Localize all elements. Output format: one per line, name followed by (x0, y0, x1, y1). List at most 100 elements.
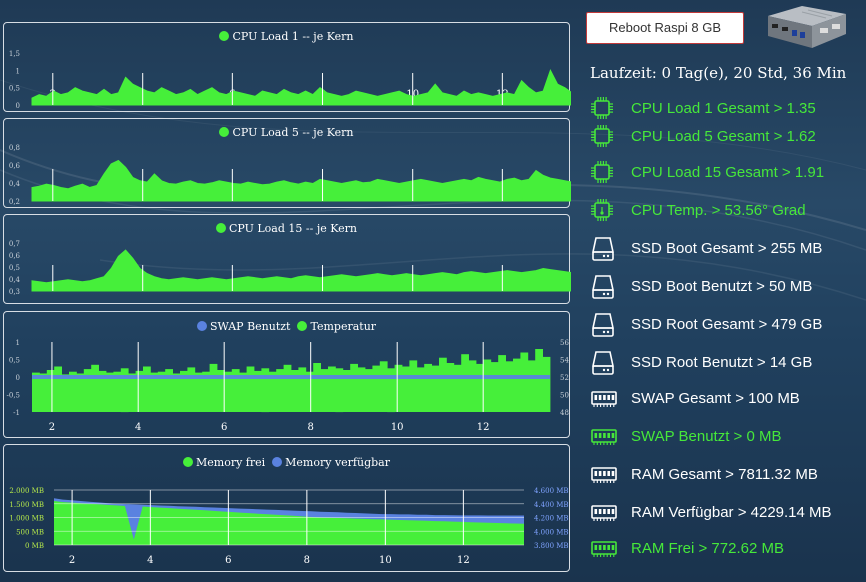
y-tick-label: 0,6 (9, 162, 21, 170)
stat-label: SSD Boot Gesamt > 255 MB (631, 240, 823, 257)
x-tick-label: 4 (147, 555, 153, 566)
x-tick-label: 10 (379, 555, 392, 566)
memory-plot: 2 4 6 8 10 12 0 MB 500 MB 1.000 MB 1.500 MB 2.000 … (9, 487, 569, 566)
y-tick-label: 0 (16, 102, 20, 110)
stat-label: CPU Temp. > 53.56° Grad (631, 202, 806, 219)
temperature-bar (39, 373, 48, 412)
temperature-bar (416, 367, 425, 412)
memory-icon (591, 500, 617, 528)
y-tick-label: 2.000 MB (9, 487, 44, 495)
y2-tick-label: 50 (560, 392, 569, 400)
y-tick-label: 0,2 (9, 198, 20, 206)
memory-icon (591, 462, 617, 490)
x-tick-label: 2 (69, 555, 75, 566)
cpu-load-area (31, 249, 571, 292)
temperature-bar (372, 365, 381, 412)
temperature-bar (350, 363, 358, 412)
y-tick-label: 0 MB (25, 542, 44, 550)
y-tick-label: -0,5 (7, 392, 21, 400)
y-tick-label: 0 (16, 374, 20, 382)
y-tick-label: 500 MB (16, 528, 44, 536)
stat-label: SWAP Benutzt > 0 MB (631, 428, 782, 445)
temperature-bar (357, 367, 366, 412)
temperature-bar (498, 355, 506, 412)
temperature-bar (402, 366, 410, 412)
chart-swap-temperature: SWAP Benutzt Temperatur 2 4 6 8 10 12 -1 -0,5 0 0… (3, 311, 570, 438)
temperature-bar (520, 352, 529, 412)
y-tick-label: 1 (16, 339, 20, 347)
memory-icon (591, 424, 617, 452)
temperature-bar (483, 359, 492, 412)
disk-icon (591, 312, 617, 340)
x-tick-label: 6 (221, 422, 227, 433)
temperature-bar (379, 361, 388, 412)
temperature-bar (283, 364, 292, 412)
temperature-bar (61, 374, 70, 412)
chart-cpu-load-5: CPU Load 5 -- je Kern 246810120,20,40,60… (3, 118, 571, 208)
raspberry-pi-case-image (768, 6, 846, 48)
stat-label: RAM Gesamt > 7811.32 MB (631, 466, 818, 483)
stat-label: SSD Root Gesamt > 479 GB (631, 316, 823, 333)
y-tick-label: 0,5 (9, 357, 20, 365)
chart-cpu-load-15: CPU Load 15 -- je Kern 246810120,30,40,5… (3, 214, 571, 304)
memory-icon (591, 536, 617, 564)
temperature-bar (328, 366, 336, 412)
y-tick-label: 0,4 (9, 180, 21, 188)
temperature-bar (335, 368, 344, 413)
temperature-bar (76, 373, 85, 412)
temperature-bar (453, 364, 462, 412)
memory-icon (591, 386, 617, 414)
temperature-bar (54, 366, 62, 412)
y2-tick-label: 54 (560, 357, 569, 365)
temperature-bar (128, 373, 136, 412)
x-tick-label: 6 (225, 555, 231, 566)
x-tick-label: 8 (304, 555, 310, 566)
y2-tick-label: 4.400 MB (534, 501, 569, 509)
temperature-bar (535, 349, 543, 412)
disk-icon (591, 274, 617, 302)
temperature-bar (313, 363, 321, 412)
temperature-bar (120, 368, 129, 413)
stat-label: CPU Load 15 Gesamt > 1.91 (631, 164, 825, 181)
cpu-load-area (31, 69, 571, 106)
temperature-bar (143, 366, 151, 412)
y2-tick-label: 4.000 MB (534, 528, 569, 536)
temperature-bar (527, 360, 536, 412)
cpu-icon (591, 160, 617, 188)
y-tick-label: 0,5 (9, 264, 20, 272)
stat-label: SSD Boot Benutzt > 50 MB (631, 278, 813, 295)
temperature-bar (246, 366, 255, 412)
x-tick-label: 8 (307, 422, 313, 433)
temperature-bar (446, 363, 455, 412)
stat-label: CPU Load 1 Gesamt > 1.35 (631, 100, 816, 117)
reboot-button[interactable]: Reboot Raspi 8 GB (586, 12, 744, 44)
chart-cpu-load-1: CPU Load 1 -- je Kern 2468101200,511,5 (3, 22, 571, 112)
y2-tick-label: 48 (560, 409, 569, 417)
x-tick-label: 12 (477, 422, 490, 433)
temperature-bar (424, 363, 432, 412)
y-tick-label: 0,5 (9, 85, 20, 93)
disk-icon (591, 350, 617, 378)
temperature-bar (439, 357, 447, 412)
temperature-bar (461, 354, 469, 412)
cpu-load-1-plot: 2468101200,511,5 (9, 50, 571, 110)
cpu-icon (591, 96, 617, 124)
cpu-load-5-plot: 246810120,20,40,60,8 (9, 144, 571, 206)
stat-label: RAM Frei > 772.62 MB (631, 540, 784, 557)
temperature-bar (490, 362, 499, 412)
temperature-bar (542, 356, 551, 412)
y-tick-label: -1 (13, 409, 20, 417)
y-tick-label: 0,8 (9, 144, 20, 152)
temperature-bar (468, 360, 477, 412)
temperature-bar (261, 368, 270, 413)
y2-tick-label: 52 (560, 374, 569, 382)
uptime-text: Laufzeit: 0 Tag(e), 20 Std, 36 Min (590, 64, 847, 82)
temperature-bar (387, 368, 395, 413)
y2-tick-label: 4.600 MB (534, 487, 569, 495)
temperature-bar (187, 367, 196, 412)
x-tick-label: 2 (49, 422, 55, 433)
temperature-bar (91, 364, 99, 412)
y2-tick-label: 56 (560, 339, 569, 347)
disk-icon (591, 236, 617, 264)
stat-label: SWAP Gesamt > 100 MB (631, 390, 800, 407)
